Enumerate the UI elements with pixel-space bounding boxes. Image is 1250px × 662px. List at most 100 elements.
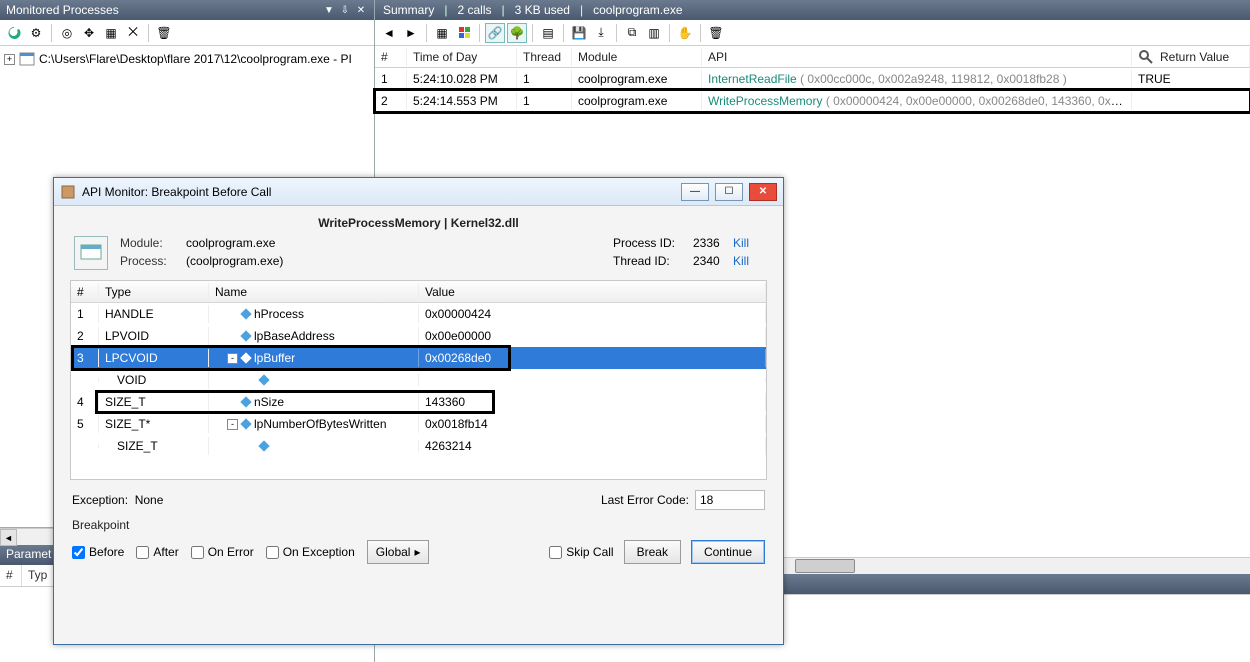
hand-icon[interactable]: ✋ [675, 23, 695, 43]
last-error-label: Last Error Code: [601, 493, 689, 507]
param-row[interactable]: 1HANDLE hProcess0x00000424 [71, 303, 766, 325]
param-row[interactable]: 5SIZE_T*- lpNumberOfBytesWritten0x0018fb… [71, 413, 766, 435]
expand-icon[interactable]: + [4, 54, 15, 65]
parameters-col-num[interactable]: # [0, 565, 22, 586]
nav-fwd-icon[interactable]: ► [401, 23, 421, 43]
clear-icon[interactable]: ▥ [644, 23, 664, 43]
kill-icon[interactable]: ⨉ [123, 23, 143, 43]
cell-type: HANDLE [99, 305, 209, 323]
tree-icon[interactable]: ▦ [101, 23, 121, 43]
refresh-icon[interactable] [4, 23, 24, 43]
param-row[interactable]: 2LPVOID lpBaseAddress0x00e00000 [71, 325, 766, 347]
break-button[interactable]: Break [624, 540, 681, 564]
module-label: Module: [120, 236, 180, 250]
param-row[interactable]: 3LPCVOID- lpBuffer0x00268de0 [71, 347, 766, 369]
api-link[interactable]: InternetReadFile [708, 72, 797, 86]
cell-num: 1 [71, 305, 99, 323]
color-grid-icon[interactable] [454, 23, 474, 43]
maximize-button[interactable]: ☐ [715, 183, 743, 201]
skip-call-checkbox[interactable]: Skip Call [549, 545, 613, 559]
param-type-icon [240, 308, 251, 319]
param-type-icon [258, 374, 269, 385]
cell-type: VOID [99, 371, 209, 389]
col-return[interactable]: Return Value [1132, 47, 1250, 67]
col-index[interactable]: # [375, 48, 407, 66]
target-icon[interactable]: ◎ [57, 23, 77, 43]
collapse-icon[interactable]: - [227, 419, 238, 430]
collapse-icon[interactable]: - [227, 353, 238, 364]
param-row[interactable]: SIZE_T 4263214 [71, 435, 766, 457]
kill-process-link[interactable]: Kill [733, 236, 763, 250]
onerror-checkbox[interactable]: On Error [191, 545, 254, 559]
cell-value: 4263214 [419, 437, 766, 455]
cell-time: 5:24:14.553 PM [407, 92, 517, 110]
onerror-checkbox-input[interactable] [191, 546, 204, 559]
summary-mem: 3 KB used [515, 3, 570, 17]
continue-button[interactable]: Continue [691, 540, 765, 564]
scroll-left-icon[interactable]: ◄ [0, 529, 17, 546]
after-checkbox[interactable]: After [136, 545, 178, 559]
before-checkbox-input[interactable] [72, 546, 85, 559]
cell-module: coolprogram.exe [572, 70, 702, 88]
cell-num: 3 [71, 349, 99, 367]
export-icon[interactable]: ⤓ [591, 23, 611, 43]
dialog-titlebar[interactable]: API Monitor: Breakpoint Before Call — ☐ … [54, 178, 783, 206]
cell-value: 143360 [419, 393, 766, 411]
tid-value: 2340 [693, 254, 733, 268]
process-value: (coolprogram.exe) [186, 254, 283, 268]
cell-num [71, 378, 99, 382]
link-icon[interactable]: 🔗 [485, 23, 505, 43]
kill-thread-link[interactable]: Kill [733, 254, 763, 268]
delete-icon[interactable]: 🗑 [154, 23, 174, 43]
col-time[interactable]: Time of Day [407, 48, 517, 66]
api-args: ( 0x00000424, 0x00e00000, 0x00268de0, 14… [826, 94, 1132, 108]
cell-name: - lpNumberOfBytesWritten [209, 415, 419, 433]
api-link[interactable]: WriteProcessMemory [708, 94, 822, 108]
pcol-name[interactable]: Name [209, 283, 419, 301]
settings-icon[interactable]: ⚙ [26, 23, 46, 43]
cell-return [1132, 99, 1250, 103]
scrollbar-thumb[interactable] [795, 559, 855, 573]
nav-back-icon[interactable]: ◄ [379, 23, 399, 43]
process-tree-row[interactable]: + C:\Users\Flare\Desktop\flare 2017\12\c… [4, 50, 370, 68]
search-icon[interactable] [1138, 49, 1154, 65]
before-checkbox[interactable]: Before [72, 545, 124, 559]
pcol-value[interactable]: Value [419, 283, 766, 301]
trash-icon[interactable]: 🗑 [706, 23, 726, 43]
call-row[interactable]: 15:24:10.028 PM1coolprogram.exeInternetR… [375, 68, 1250, 90]
breakpoint-section-label: Breakpoint [54, 512, 783, 536]
param-row[interactable]: 4SIZE_T nSize143360 [71, 391, 766, 413]
skip-call-checkbox-input[interactable] [549, 546, 562, 559]
col-thread[interactable]: Thread [517, 48, 572, 66]
call-row[interactable]: 25:24:14.553 PM1coolprogram.exeWriteProc… [375, 90, 1250, 112]
panel-close-icon[interactable]: ✕ [354, 5, 368, 16]
global-button[interactable]: Global▸ [367, 540, 430, 564]
cell-type: SIZE_T* [99, 415, 209, 433]
cell-type: SIZE_T [99, 437, 209, 455]
panel-dropdown-icon[interactable]: ▼ [322, 5, 336, 16]
onexception-checkbox-input[interactable] [266, 546, 279, 559]
monitored-processes-title: Monitored Processes [6, 3, 119, 17]
close-button[interactable]: ✕ [749, 183, 777, 201]
param-row[interactable]: VOID [71, 369, 766, 391]
pcol-type[interactable]: Type [99, 283, 209, 301]
onexception-checkbox[interactable]: On Exception [266, 545, 355, 559]
module-value: coolprogram.exe [186, 236, 283, 250]
locate-icon[interactable]: ✥ [79, 23, 99, 43]
panel-pin-icon[interactable]: ⇩ [338, 5, 352, 16]
cell-num: 5 [71, 415, 99, 433]
col-module[interactable]: Module [572, 48, 702, 66]
grid-icon[interactable]: ▦ [432, 23, 452, 43]
tree2-icon[interactable]: 🌳 [507, 23, 527, 43]
filter-icon[interactable]: ▤ [538, 23, 558, 43]
minimize-button[interactable]: — [681, 183, 709, 201]
pcol-num[interactable]: # [71, 283, 99, 301]
param-type-icon [240, 418, 251, 429]
cell-module: coolprogram.exe [572, 92, 702, 110]
after-checkbox-input[interactable] [136, 546, 149, 559]
col-api[interactable]: API [702, 48, 1132, 66]
cell-thread: 1 [517, 92, 572, 110]
copy-icon[interactable]: ⧉ [622, 23, 642, 43]
save-icon[interactable]: 💾 [569, 23, 589, 43]
dialog-info: Module: coolprogram.exe Process: (coolpr… [54, 234, 783, 280]
